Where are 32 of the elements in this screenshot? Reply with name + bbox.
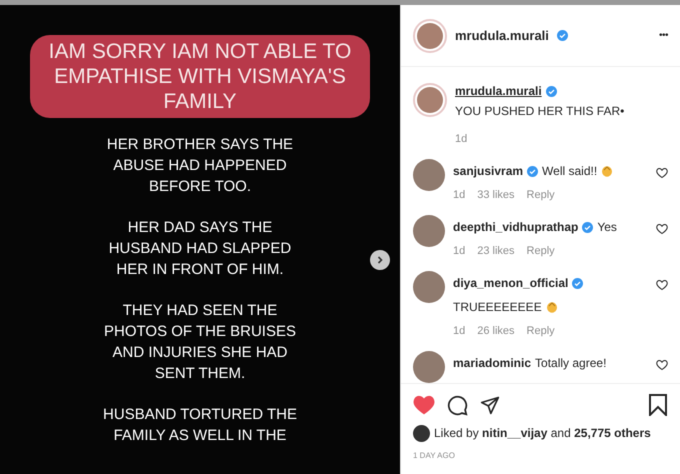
- caption-text: YOU PUSHED HER THIS FAR•: [455, 103, 624, 119]
- timestamp: 1d: [455, 132, 468, 147]
- comment-username[interactable]: mariadominic: [453, 355, 532, 371]
- heart-icon[interactable]: [656, 167, 668, 179]
- more-options-icon[interactable]: •••: [658, 28, 668, 43]
- comment-text: TRUEEEEEEEE: [453, 299, 542, 315]
- heart-icon[interactable]: [656, 359, 668, 371]
- story-paragraph: HER BROTHER SAYS THE ABUSE HAD HAPPENED BEFORE TOO.: [106, 135, 294, 197]
- username[interactable]: mrudula.murali: [455, 26, 549, 46]
- headline-text: IAM SORRY IAM NOT ABLE TO EMPATHISE WITH VISMAYA'S FAMILY: [30, 35, 370, 118]
- comment-time: 1d: [453, 244, 466, 259]
- bookmark-icon[interactable]: [648, 394, 668, 416]
- comment-text: Yes: [597, 219, 617, 235]
- comment-text: Well said!!: [542, 163, 598, 179]
- username-link[interactable]: mrudula.murali: [455, 83, 542, 99]
- comment-time: 1d: [453, 188, 466, 203]
- story-paragraph: HUSBAND TORTURED THE FAMILY AS WELL IN THE: [102, 405, 298, 446]
- comment-username[interactable]: diya_menon_official: [453, 275, 568, 291]
- post-date: 1 DAY AGO: [413, 450, 456, 462]
- likes-text: Liked by nitin__vijay and 25,775 others: [434, 425, 651, 442]
- comment-time: 1d: [453, 324, 466, 339]
- next-icon[interactable]: [370, 250, 390, 270]
- comment-username[interactable]: deepthi_vidhuprathap: [453, 219, 578, 235]
- heart-icon[interactable]: [656, 223, 668, 235]
- story-paragraph: THEY HAD SEEN THE PHOTOS OF THE BRUISES AND INJURIES SHE HAD SENT THEM.: [103, 301, 297, 384]
- share-icon[interactable]: [480, 395, 500, 415]
- comment-icon[interactable]: [447, 394, 468, 416]
- comment-username[interactable]: sanjusivram: [453, 163, 524, 179]
- story-paragraph: HER DAD SAYS THE HUSBAND HAD SLAPPED HER IN FRONT OF HIM.: [108, 218, 292, 280]
- heart-icon[interactable]: [656, 279, 668, 291]
- comment-text: Totally agree!: [535, 355, 606, 371]
- avatar[interactable]: [413, 424, 430, 442]
